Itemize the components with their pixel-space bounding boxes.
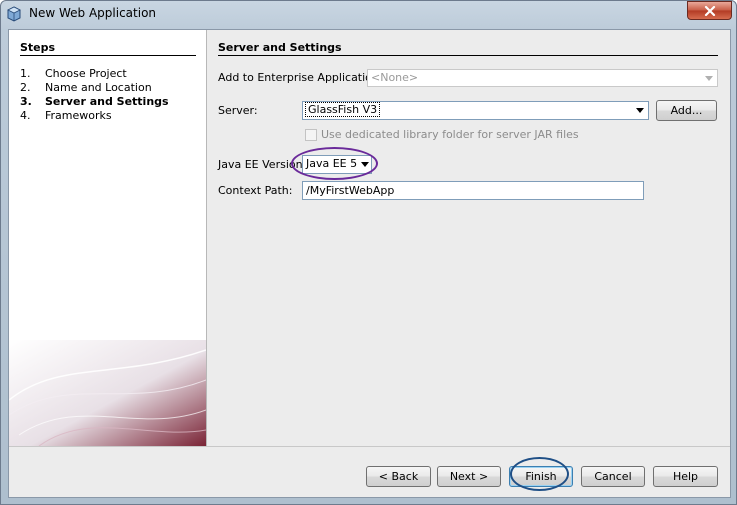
button-bar-divider: [9, 446, 730, 447]
steps-divider: [20, 55, 196, 56]
enterprise-app-value: <None>: [371, 71, 419, 84]
context-path-label: Context Path:: [218, 184, 293, 197]
netbeans-cube-icon: [7, 6, 21, 22]
dedicated-folder-label: Use dedicated library folder for server …: [321, 128, 579, 141]
title-bar[interactable]: New Web Application: [0, 0, 737, 28]
dedicated-folder-checkbox[interactable]: [305, 129, 317, 141]
step-number: 1.: [20, 67, 31, 80]
step-label: Frameworks: [45, 109, 112, 122]
enterprise-app-combo[interactable]: <None>: [367, 69, 718, 87]
java-ee-version-label: Java EE Version:: [218, 158, 307, 171]
chevron-down-icon: [701, 70, 717, 86]
java-ee-version-combo[interactable]: Java EE 5: [302, 155, 372, 174]
steps-title: Steps: [20, 41, 56, 54]
help-button[interactable]: Help: [653, 466, 718, 487]
next-button[interactable]: Next >: [437, 466, 501, 487]
close-icon: [704, 5, 715, 16]
server-label: Server:: [218, 104, 258, 117]
step-label: Choose Project: [45, 67, 127, 80]
step-label: Name and Location: [45, 81, 152, 94]
step-number: 2.: [20, 81, 31, 94]
step-number: 4.: [20, 109, 31, 122]
cancel-button[interactable]: Cancel: [581, 466, 645, 487]
step-item: 4. Frameworks: [20, 109, 112, 122]
close-button[interactable]: [687, 1, 732, 20]
step-number: 3.: [20, 95, 32, 108]
section-title: Server and Settings: [218, 41, 342, 54]
step-item-current: 3. Server and Settings: [20, 95, 169, 108]
steps-panel: Steps 1. Choose Project 2. Name and Locati…: [9, 30, 207, 446]
server-value: GlassFish V3: [304, 102, 381, 117]
context-path-input[interactable]: /MyFirstWebApp: [302, 181, 644, 200]
server-combo[interactable]: GlassFish V3: [302, 101, 649, 120]
section-divider: [218, 55, 718, 56]
chevron-down-icon: [632, 102, 648, 119]
decorative-swirl-image: [9, 340, 206, 446]
finish-button[interactable]: Finish: [509, 466, 573, 487]
chevron-down-icon: [359, 156, 371, 173]
settings-panel: Server and Settings Add to Enterprise Ap…: [207, 30, 730, 446]
step-item: 1. Choose Project: [20, 67, 127, 80]
step-label: Server and Settings: [45, 95, 169, 108]
java-ee-version-value: Java EE 5: [306, 157, 358, 170]
enterprise-app-label: Add to Enterprise Application:: [218, 71, 383, 84]
add-server-button[interactable]: Add...: [656, 100, 717, 121]
dialog-client-area: Steps 1. Choose Project 2. Name and Locati…: [8, 29, 731, 498]
back-button[interactable]: < Back: [366, 466, 431, 487]
window-title: New Web Application: [29, 6, 157, 20]
step-item: 2. Name and Location: [20, 81, 152, 94]
